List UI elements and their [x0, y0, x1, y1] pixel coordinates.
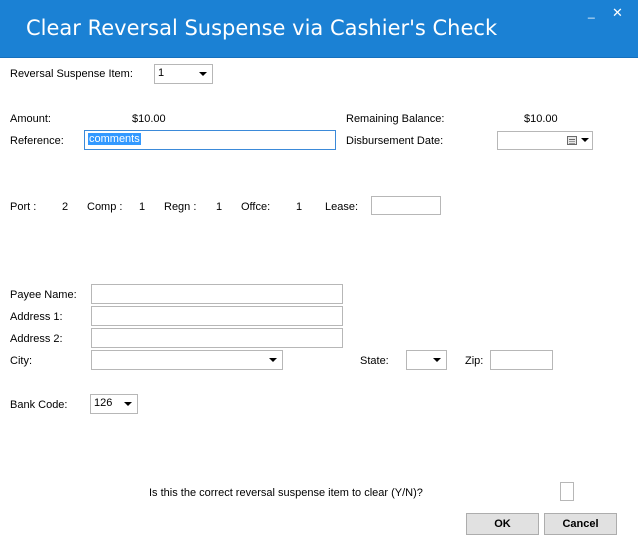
zip-input[interactable]: [490, 350, 553, 370]
chevron-down-icon: [124, 402, 132, 406]
chevron-down-icon[interactable]: [581, 138, 589, 142]
port-value: 2: [62, 201, 69, 213]
reference-label: Reference:: [10, 135, 64, 147]
confirm-question: Is this the correct reversal suspense it…: [149, 487, 423, 499]
ok-button[interactable]: OK: [466, 513, 539, 535]
reversal-item-select[interactable]: 1: [154, 64, 213, 84]
minimize-icon[interactable]: _: [588, 6, 595, 18]
bank-code-select[interactable]: 126: [90, 394, 138, 414]
comp-value: 1: [139, 201, 146, 213]
calendar-icon[interactable]: [567, 136, 577, 145]
lease-input[interactable]: [371, 196, 441, 215]
amount-value: $10.00: [132, 113, 166, 125]
title-bar: Clear Reversal Suspense via Cashier's Ch…: [0, 0, 638, 58]
chevron-down-icon: [433, 358, 441, 362]
state-label: State:: [360, 355, 389, 367]
bank-code-value: 126: [94, 397, 113, 409]
remaining-balance-label: Remaining Balance:: [346, 113, 445, 125]
disbursement-date-label: Disbursement Date:: [346, 135, 444, 147]
offce-label: Offce:: [241, 201, 271, 213]
comp-label: Comp :: [87, 201, 123, 213]
confirm-input[interactable]: [560, 482, 574, 501]
disbursement-date-picker[interactable]: [497, 131, 593, 150]
regn-label: Regn :: [164, 201, 197, 213]
offce-value: 1: [296, 201, 303, 213]
port-label: Port :: [10, 201, 37, 213]
remaining-balance-value: $10.00: [524, 113, 558, 125]
lease-label: Lease:: [325, 201, 359, 213]
zip-label: Zip:: [465, 355, 484, 367]
city-select[interactable]: [91, 350, 283, 370]
address2-input[interactable]: [91, 328, 343, 348]
reversal-item-value: 1: [158, 67, 165, 79]
chevron-down-icon: [269, 358, 277, 362]
regn-value: 1: [216, 201, 223, 213]
state-select[interactable]: [406, 350, 447, 370]
reference-value: comments: [88, 133, 141, 145]
payee-name-input[interactable]: [91, 284, 343, 304]
amount-label: Amount:: [10, 113, 51, 125]
address1-label: Address 1:: [10, 311, 63, 323]
chevron-down-icon: [199, 72, 207, 76]
reference-input[interactable]: comments: [84, 130, 336, 150]
address2-label: Address 2:: [10, 333, 63, 345]
payee-name-label: Payee Name:: [10, 289, 77, 301]
city-label: City:: [10, 355, 32, 367]
window-title: Clear Reversal Suspense via Cashier's Ch…: [26, 16, 498, 40]
bank-code-label: Bank Code:: [10, 399, 68, 411]
close-icon[interactable]: ✕: [612, 6, 623, 19]
cancel-button[interactable]: Cancel: [544, 513, 617, 535]
reversal-item-label: Reversal Suspense Item:: [10, 68, 133, 80]
address1-input[interactable]: [91, 306, 343, 326]
